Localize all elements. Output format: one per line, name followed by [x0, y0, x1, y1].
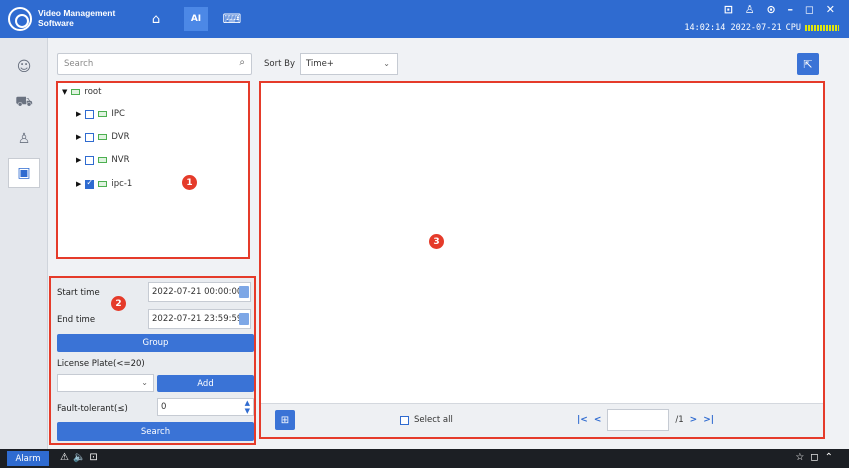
- app-title: Video Management Software: [38, 8, 133, 28]
- screen-icon[interactable]: ⊡: [89, 452, 101, 463]
- app-title-line1: Video Management: [38, 8, 116, 18]
- taskbar-right: ☆◻⌃: [795, 452, 839, 463]
- page-number-input[interactable]: [607, 409, 670, 431]
- callout-badge-1: 1: [182, 175, 197, 190]
- expand-down-icon[interactable]: ▼: [62, 88, 67, 96]
- calendar-icon[interactable]: [239, 286, 249, 298]
- export-button[interactable]: ⇱: [797, 53, 819, 75]
- device-group-icon: [71, 89, 81, 95]
- device-icon: [98, 181, 108, 187]
- expand-right-icon[interactable]: ▶: [76, 133, 81, 141]
- stepper-arrows-icon[interactable]: ▲ ▼: [245, 399, 250, 415]
- search-button[interactable]: Search: [57, 422, 254, 441]
- callout-badge-3: 3: [429, 234, 444, 249]
- tree-item-label: ipc-1: [111, 179, 133, 189]
- app-title-line2: Software: [38, 18, 74, 28]
- add-button[interactable]: Add: [157, 375, 254, 392]
- status-line: 14:02:14 2022-07-21 CPU: [684, 23, 839, 33]
- next-page-icon[interactable]: >: [690, 415, 698, 425]
- select-all-label: Select all: [414, 415, 453, 425]
- alarm-bell-icon[interactable]: ⚠: [60, 452, 73, 463]
- prev-page-icon[interactable]: <: [594, 415, 602, 425]
- window-controls[interactable]: ⊡ ♙ ⊙ – ◻ ✕: [724, 3, 839, 16]
- results-panel: 3 ⊞ Select all |< < /1 > >|: [259, 81, 825, 439]
- tree-item-dvr[interactable]: ▶ DVR: [76, 130, 130, 144]
- device-group-icon: [98, 111, 108, 117]
- start-time-field[interactable]: 2022-07-21 00:00:00: [148, 282, 251, 302]
- expand-right-icon[interactable]: ▶: [76, 156, 81, 164]
- results-footer: ⊞ Select all |< < /1 > >|: [261, 403, 823, 437]
- first-page-icon[interactable]: |<: [577, 415, 588, 425]
- face-icon[interactable]: ☺: [8, 52, 40, 82]
- license-plate-label: License Plate(<=20): [57, 359, 145, 369]
- search-icon[interactable]: ⌕: [239, 57, 245, 68]
- mute-icon[interactable]: 🔈: [73, 452, 89, 463]
- checkbox[interactable]: [85, 109, 95, 119]
- tree-item-nvr[interactable]: ▶ NVR: [76, 153, 129, 167]
- pin-icon[interactable]: ☆: [795, 452, 810, 463]
- group-button[interactable]: Group: [57, 334, 254, 352]
- filter-form: Start time 2022-07-21 00:00:00 2 End tim…: [49, 276, 256, 445]
- fault-tolerant-stepper[interactable]: 0 ▲ ▼: [157, 398, 254, 416]
- plate-search-icon[interactable]: ▣: [8, 158, 40, 188]
- device-group-icon: [98, 134, 108, 140]
- fault-tolerant-value: 0: [161, 402, 167, 412]
- left-nav: ☺ ⛟ ♙ ▣: [0, 38, 48, 449]
- license-plate-select[interactable]: ⌄: [57, 374, 154, 392]
- start-time-label: Start time: [57, 288, 100, 298]
- device-group-icon: [98, 157, 108, 163]
- tree-item-label: NVR: [111, 155, 130, 165]
- alarm-button[interactable]: Alarm: [7, 451, 49, 466]
- home-icon[interactable]: ⌂: [144, 7, 168, 31]
- sort-by-select[interactable]: Time+ ⌄: [300, 53, 398, 75]
- app-logo-icon: [8, 7, 32, 31]
- last-page-icon[interactable]: >|: [703, 415, 714, 425]
- chevron-down-icon: ⌄: [141, 378, 148, 387]
- taskbar: Alarm ⚠🔈⊡ ☆◻⌃: [0, 449, 849, 468]
- tree-item-ipc-1[interactable]: ▶ ipc-1: [76, 177, 132, 191]
- tree-item-ipc[interactable]: ▶ IPC: [76, 107, 125, 121]
- sort-by-label: Sort By: [264, 59, 295, 69]
- expand-right-icon[interactable]: ▶: [76, 110, 81, 118]
- keyboard-icon[interactable]: ⌨: [220, 7, 244, 31]
- device-tree: ▼ root ▶ IPC ▶ DVR ▶ NVR ▶ ipc-1 1: [56, 81, 250, 259]
- image-view-button[interactable]: ⊞: [275, 410, 295, 430]
- tree-root-label: root: [84, 87, 102, 97]
- tree-root[interactable]: ▼ root: [62, 85, 101, 99]
- expand-right-icon[interactable]: ▶: [76, 180, 81, 188]
- callout-badge-2: 2: [111, 296, 126, 311]
- ai-icon[interactable]: AI: [184, 7, 208, 31]
- taskbar-tools: ⚠🔈⊡: [60, 452, 102, 463]
- clock: 14:02:14 2022-07-21: [684, 23, 782, 33]
- fault-tolerant-label: Fault-tolerant(≤): [57, 404, 128, 414]
- person-search-icon[interactable]: ♙: [8, 124, 40, 154]
- sort-by-value: Time+: [306, 59, 334, 69]
- cpu-meter: [805, 25, 839, 31]
- tree-item-label: DVR: [111, 132, 130, 142]
- search-input[interactable]: [64, 57, 224, 71]
- start-time-value: 2022-07-21 00:00:00: [152, 287, 243, 297]
- vehicle-icon[interactable]: ⛟: [8, 88, 40, 118]
- checkbox-checked[interactable]: [85, 178, 95, 189]
- chevron-down-icon: ⌄: [383, 59, 390, 68]
- window-icon[interactable]: ◻: [810, 452, 824, 463]
- end-time-field[interactable]: 2022-07-21 23:59:59: [148, 309, 251, 329]
- select-all-checkbox[interactable]: [400, 415, 409, 425]
- select-all[interactable]: Select all: [400, 415, 453, 425]
- device-search: ⌕: [57, 53, 252, 75]
- cpu-label: CPU: [785, 23, 801, 33]
- checkbox[interactable]: [85, 155, 95, 165]
- collapse-icon[interactable]: ⌃: [825, 452, 839, 463]
- title-bar: Video Management Software ⌂ AI ⌨ ⊡ ♙ ⊙ –…: [0, 0, 849, 38]
- tree-item-label: IPC: [111, 109, 125, 119]
- export-icon: ⇱: [803, 57, 813, 71]
- end-time-value: 2022-07-21 23:59:59: [152, 314, 243, 324]
- image-view-icon: ⊞: [280, 414, 290, 426]
- end-time-label: End time: [57, 315, 96, 325]
- checkbox[interactable]: [85, 132, 95, 142]
- pagination: |< < /1 > >|: [577, 409, 714, 431]
- page-total: /1: [675, 415, 684, 425]
- calendar-icon[interactable]: [239, 313, 249, 325]
